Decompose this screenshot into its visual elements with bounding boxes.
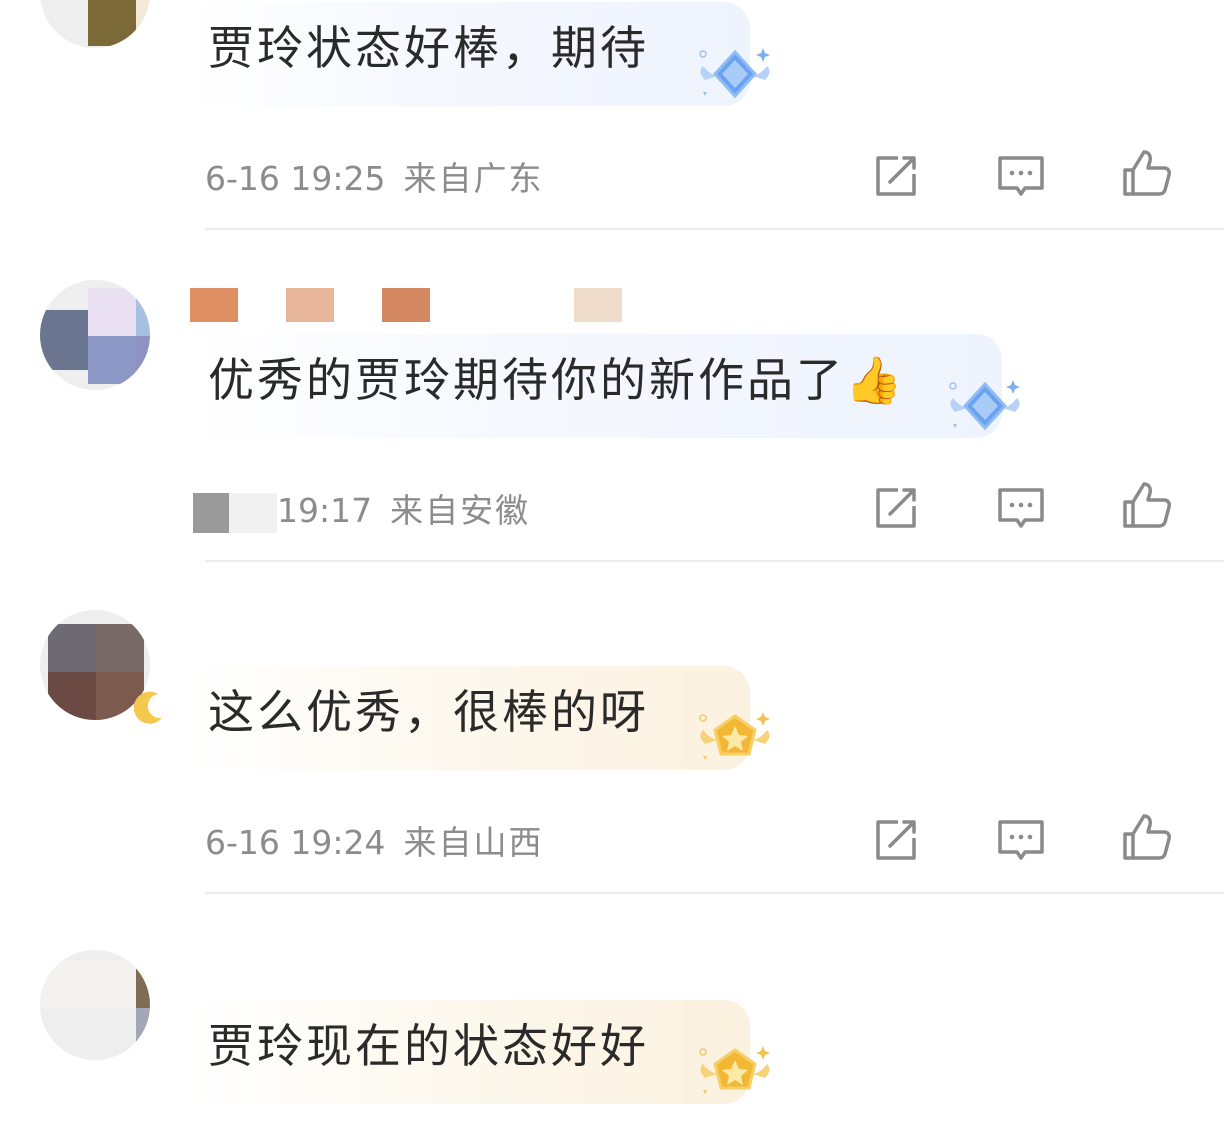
comment-text: 优秀的贾玲期待你的新作品了👍	[208, 353, 906, 407]
share-button[interactable]	[870, 482, 922, 534]
comment-meta: 19:17 来自安徽	[193, 484, 531, 533]
share-button[interactable]	[870, 814, 922, 866]
comment-bubble: 这么优秀，很棒的呀	[190, 666, 750, 770]
divider	[205, 892, 1224, 894]
share-button[interactable]	[870, 150, 922, 202]
share-icon	[870, 814, 922, 866]
comment-date: 6-16 19:25	[205, 159, 386, 198]
comment-location: 来自安徽	[390, 491, 531, 530]
like-button[interactable]	[1120, 480, 1172, 532]
comment-meta: 6-16 19:25 来自广东	[205, 152, 544, 200]
comment-bubble: 优秀的贾玲期待你的新作品了👍	[190, 334, 1002, 438]
divider	[205, 560, 1224, 562]
thumbs-up-icon	[1120, 148, 1172, 200]
reply-button[interactable]	[995, 482, 1047, 534]
comment-location: 来自广东	[403, 159, 544, 198]
comment-bubble: 贾玲现在的状态好好	[190, 1000, 750, 1104]
comment-meta: 6-16 19:24 来自山西	[205, 816, 544, 864]
date-redacted	[229, 492, 277, 533]
like-button[interactable]	[1120, 812, 1172, 864]
gold-star-badge-icon	[695, 1040, 775, 1110]
reply-button[interactable]	[995, 814, 1047, 866]
comment-text: 贾玲状态好棒，期待	[208, 21, 649, 75]
comment-bubble: 贾玲状态好棒，期待	[190, 2, 750, 106]
thumbs-up-icon	[1120, 812, 1172, 864]
comment-text: 这么优秀，很棒的呀	[208, 685, 649, 739]
gold-star-badge-icon	[695, 706, 775, 776]
blue-diamond-badge-icon	[945, 374, 1025, 444]
comment-icon	[995, 482, 1047, 534]
comment-icon	[995, 814, 1047, 866]
avatar[interactable]	[40, 0, 150, 48]
like-button[interactable]	[1120, 148, 1172, 200]
share-icon	[870, 150, 922, 202]
comment-date: 6-16 19:24	[205, 823, 386, 862]
reply-button[interactable]	[995, 150, 1047, 202]
share-icon	[870, 482, 922, 534]
comment-location: 来自山西	[403, 823, 544, 862]
comment-text: 贾玲现在的状态好好	[208, 1019, 649, 1073]
moon-badge-icon	[133, 691, 162, 724]
username-redacted	[190, 288, 630, 322]
avatar[interactable]	[40, 950, 150, 1060]
comment-date: 19:17	[277, 491, 373, 530]
thumbs-up-icon	[1120, 480, 1172, 532]
avatar[interactable]	[40, 280, 150, 390]
blue-diamond-badge-icon	[695, 42, 775, 112]
comment-icon	[995, 150, 1047, 202]
date-redacted	[193, 492, 229, 533]
divider	[205, 228, 1224, 230]
